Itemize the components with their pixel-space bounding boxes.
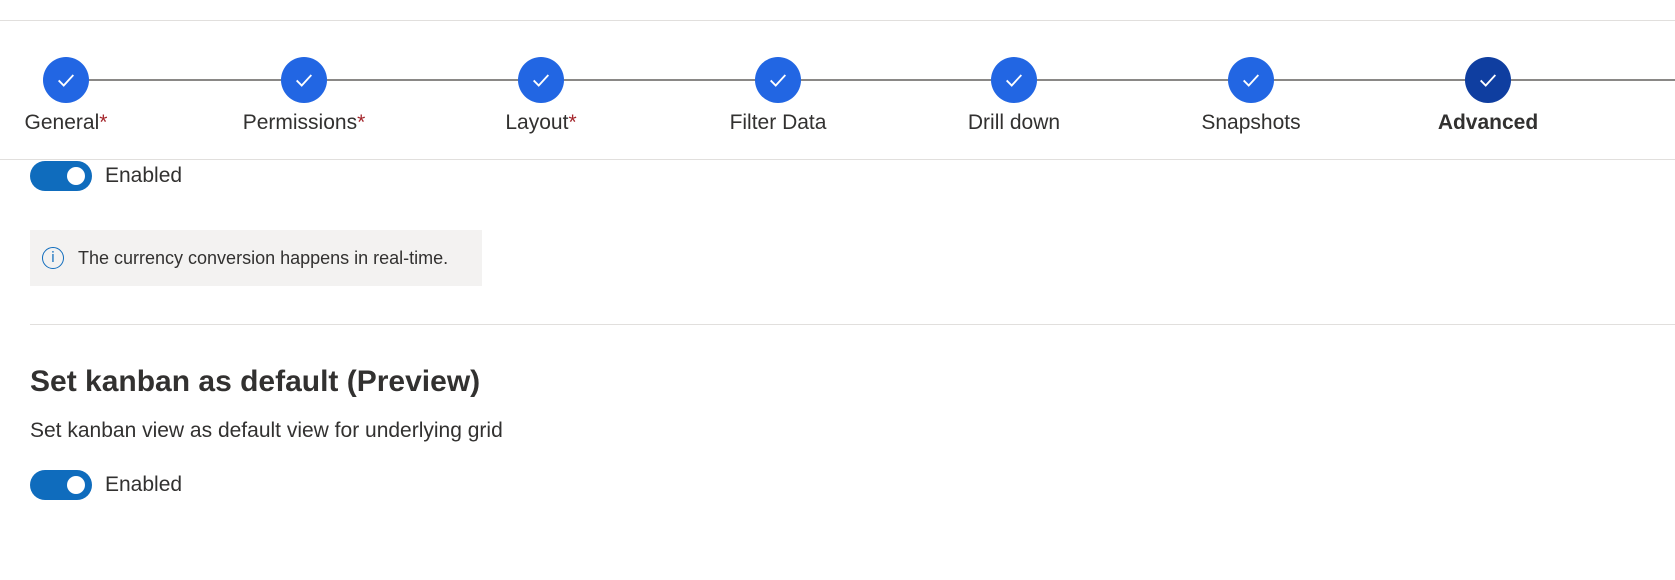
checkmark-icon (991, 57, 1037, 103)
toggle-knob (67, 167, 85, 185)
step-label: Layout* (505, 111, 577, 134)
step-permissions[interactable]: Permissions* (224, 57, 384, 135)
section-title: Set kanban as default (Preview) (30, 365, 481, 398)
toggle-label: Enabled (105, 164, 183, 187)
toggle-knob (67, 476, 85, 494)
checkmark-icon (281, 57, 327, 103)
checkmark-icon (1228, 57, 1274, 103)
step-snapshots[interactable]: Snapshots (1171, 57, 1331, 135)
step-advanced[interactable]: Advanced (1408, 57, 1568, 135)
info-message-bar: i The currency conversion happens in rea… (30, 230, 482, 286)
step-layout[interactable]: Layout* (461, 57, 621, 135)
currency-conversion-toggle[interactable] (30, 161, 92, 191)
step-label: Drill down (967, 111, 1061, 134)
required-marker: * (357, 111, 366, 134)
step-filter-data[interactable]: Filter Data (698, 57, 858, 135)
checkmark-icon (518, 57, 564, 103)
kanban-toggle-row: Enabled (30, 470, 182, 500)
step-general[interactable]: General* (0, 57, 146, 135)
wizard-stepper: General* Permissions* Layout* Filter Dat… (0, 21, 1675, 159)
stepper-divider (0, 159, 1675, 160)
required-marker: * (568, 111, 577, 134)
info-message-text: The currency conversion happens in real-… (78, 247, 449, 268)
required-marker: * (99, 111, 108, 134)
currency-toggle-row: Enabled (30, 161, 182, 191)
checkmark-icon (43, 57, 89, 103)
step-label: General* (24, 111, 108, 134)
step-label: Snapshots (1201, 111, 1301, 134)
step-label: Advanced (1437, 111, 1539, 134)
step-label: Permissions* (242, 111, 366, 134)
checkmark-icon (1465, 57, 1511, 103)
section-description: Set kanban view as default view for unde… (30, 419, 503, 442)
info-icon: i (42, 247, 64, 269)
toggle-label: Enabled (105, 473, 183, 496)
step-drill-down[interactable]: Drill down (934, 57, 1094, 135)
step-label: Filter Data (729, 111, 827, 134)
checkmark-icon (755, 57, 801, 103)
section-divider (30, 324, 1675, 325)
kanban-default-toggle[interactable] (30, 470, 92, 500)
